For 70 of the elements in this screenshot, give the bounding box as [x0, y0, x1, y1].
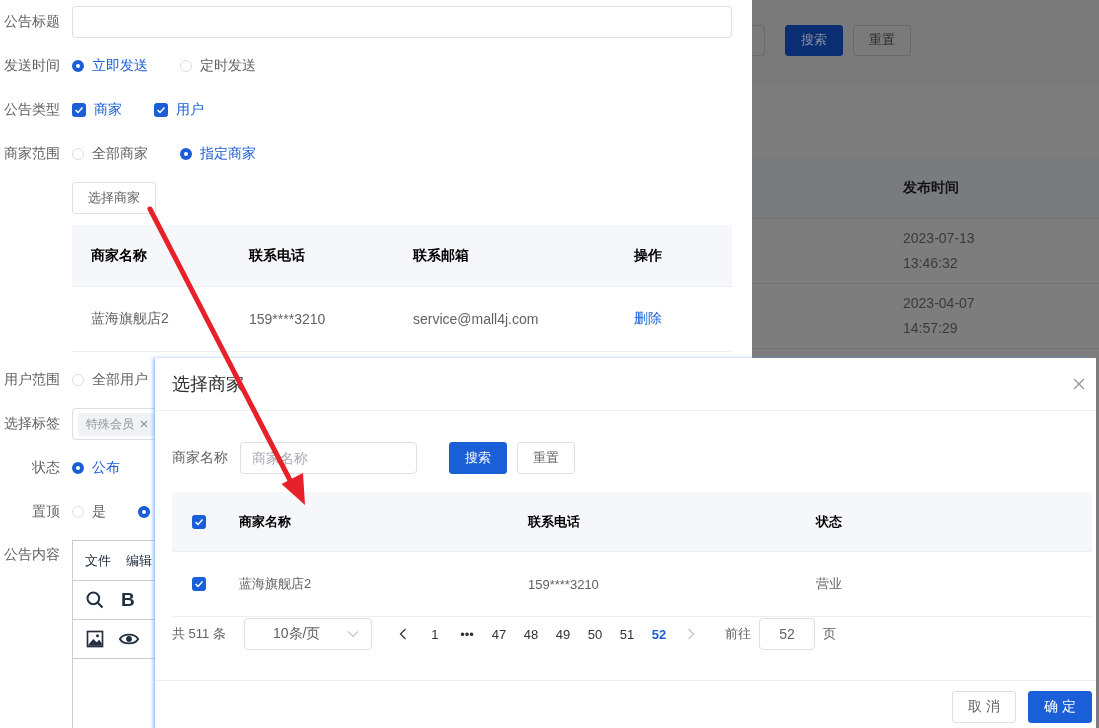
column-header: 商家名称 [238, 512, 292, 531]
column-header: 发布时间 [903, 179, 959, 197]
page-number[interactable]: ••• [450, 626, 483, 642]
page-button[interactable]: 搜索 [785, 24, 843, 56]
page-unit-label: 页 [822, 625, 836, 643]
page-number[interactable]: 50 [578, 626, 611, 642]
page-size-select[interactable]: 10条/页 [243, 618, 372, 650]
field-label: 选择标签 [3, 415, 60, 433]
column-header: 操作 [633, 246, 663, 265]
field-label: 状态 [31, 459, 60, 477]
search-form-button[interactable]: 搜索 [449, 442, 507, 474]
radio-option[interactable]: 全部用户 [72, 371, 148, 389]
radio-option[interactable]: 指定商家 [180, 145, 256, 163]
table-cell-text: 2023-04-07 14:57:29 [903, 294, 976, 338]
table-cell-text: 蓝海旗舰店2 [238, 575, 313, 593]
page-button[interactable]: 重置 [853, 24, 911, 56]
total-count: 共 511 条 [172, 625, 226, 643]
checkbox-option[interactable]: 用户 [154, 101, 204, 119]
search-icon[interactable] [85, 590, 105, 610]
field-label: 公告类型 [3, 101, 60, 119]
delete-link[interactable]: 删除 [634, 310, 662, 326]
column-header: 状态 [814, 512, 843, 531]
search-form-button[interactable]: 重置 [517, 442, 575, 474]
radio-option[interactable]: 立即发送 [72, 57, 148, 75]
previous-page-icon[interactable] [398, 628, 407, 640]
table-cell-text: 2023-07-13 13:46:32 [903, 229, 976, 273]
table-cell-text: 159****3210 [527, 576, 600, 592]
input-field[interactable] [72, 6, 732, 38]
checkbox-icon[interactable] [192, 514, 206, 529]
field-label: 用户范围 [3, 371, 60, 389]
select-merchant-button[interactable]: 选择商家 [72, 182, 156, 214]
image-icon[interactable] [85, 629, 105, 649]
field-label: 商家范围 [3, 145, 60, 163]
column-header: 商家名称 [90, 246, 148, 265]
page-jump-field[interactable]: 52 [758, 618, 815, 650]
menu-item[interactable]: 文件 [85, 551, 111, 570]
table-cell-text: service@mall4j.com [412, 311, 540, 327]
field-label: 公告标题 [3, 13, 60, 31]
page-number[interactable]: 1 [418, 626, 451, 642]
menu-item[interactable]: 编辑 [126, 551, 152, 570]
column-header: 联系电话 [247, 246, 306, 265]
tag-label: 特殊会员 [86, 415, 134, 433]
caret-icon [346, 630, 359, 638]
dialog-button[interactable]: 确 定 [1028, 691, 1092, 723]
field-label: 置顶 [31, 503, 60, 521]
page-number[interactable]: 52 [642, 626, 675, 642]
checkbox-icon[interactable] [192, 577, 206, 591]
close-icon[interactable] [140, 420, 148, 428]
page-number[interactable]: 49 [546, 626, 579, 642]
field-label: 商家名称 [172, 449, 228, 467]
radio-option[interactable]: 定时发送 [180, 57, 256, 75]
page-number[interactable]: 47 [482, 626, 515, 642]
dialog-button[interactable]: 取 消 [952, 691, 1016, 723]
table-cell-text: 营业 [815, 575, 843, 593]
radio-option[interactable]: 全部商家 [72, 145, 148, 163]
close-icon[interactable] [1073, 378, 1085, 390]
field-label: 发送时间 [3, 57, 60, 75]
table-cell-text: 蓝海旗舰店2 [90, 310, 170, 328]
table-cell-text: 159****3210 [248, 311, 327, 327]
search-field[interactable] [752, 24, 765, 56]
checkbox-option[interactable]: 商家 [72, 101, 122, 119]
column-header: 联系电话 [527, 512, 581, 531]
radio-option[interactable]: 公布 [72, 459, 120, 477]
page-number[interactable]: 51 [610, 626, 643, 642]
radio-option[interactable]: 是 [72, 503, 106, 521]
goto-label: 前往 [724, 625, 751, 643]
bold-button[interactable]: B [121, 589, 135, 611]
field-label: 公告内容 [3, 546, 60, 564]
column-header: 联系邮箱 [411, 246, 470, 265]
page-number[interactable]: 48 [514, 626, 547, 642]
